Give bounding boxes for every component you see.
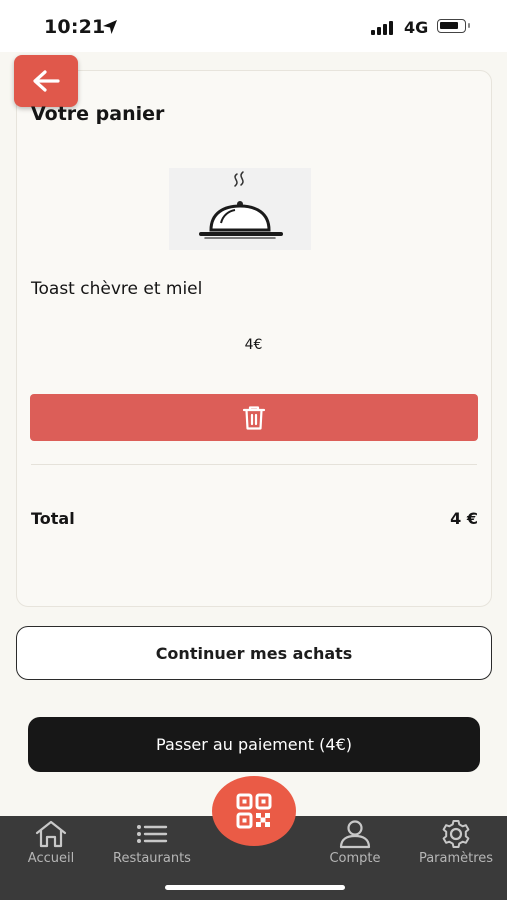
- tab-account[interactable]: Compte: [322, 816, 388, 876]
- signal-icon: [371, 21, 393, 35]
- home-icon: [35, 820, 67, 848]
- qr-code-icon: [236, 793, 272, 829]
- user-icon: [339, 820, 371, 849]
- tab-home-label: Accueil: [27, 851, 75, 866]
- arrow-left-icon: [33, 70, 60, 92]
- back-button[interactable]: [14, 55, 78, 107]
- network-label: 4G: [404, 18, 429, 37]
- tab-home[interactable]: Accueil: [20, 816, 82, 876]
- home-indicator: [165, 885, 345, 890]
- location-arrow-icon: [103, 20, 117, 34]
- qr-scan-button[interactable]: [212, 776, 296, 846]
- battery-icon: [437, 19, 470, 33]
- trash-icon: [242, 405, 266, 430]
- tab-restaurants[interactable]: Restaurants: [107, 816, 197, 876]
- tab-restaurants-label: Restaurants: [113, 851, 191, 866]
- delete-item-button[interactable]: [30, 394, 478, 441]
- status-time: 10:21: [44, 16, 106, 38]
- checkout-button[interactable]: Passer au paiement (4€): [28, 717, 480, 772]
- continue-shopping-button[interactable]: Continuer mes achats: [16, 626, 492, 680]
- total-label: Total: [31, 509, 75, 528]
- dish-image: [169, 168, 311, 250]
- divider: [31, 464, 477, 465]
- cloche-dish-icon: [199, 171, 283, 239]
- list-icon: [137, 825, 168, 843]
- total-value: 4 €: [450, 509, 478, 528]
- dish-name: Toast chèvre et miel: [31, 279, 203, 299]
- status-bar: 10:21 4G: [0, 0, 507, 52]
- tab-settings[interactable]: Paramètres: [412, 816, 500, 876]
- gear-icon: [442, 820, 470, 848]
- tab-account-label: Compte: [329, 851, 381, 866]
- tab-settings-label: Paramètres: [418, 851, 494, 866]
- cart-title: Votre panier: [31, 103, 165, 125]
- dish-price: 4€: [244, 337, 263, 353]
